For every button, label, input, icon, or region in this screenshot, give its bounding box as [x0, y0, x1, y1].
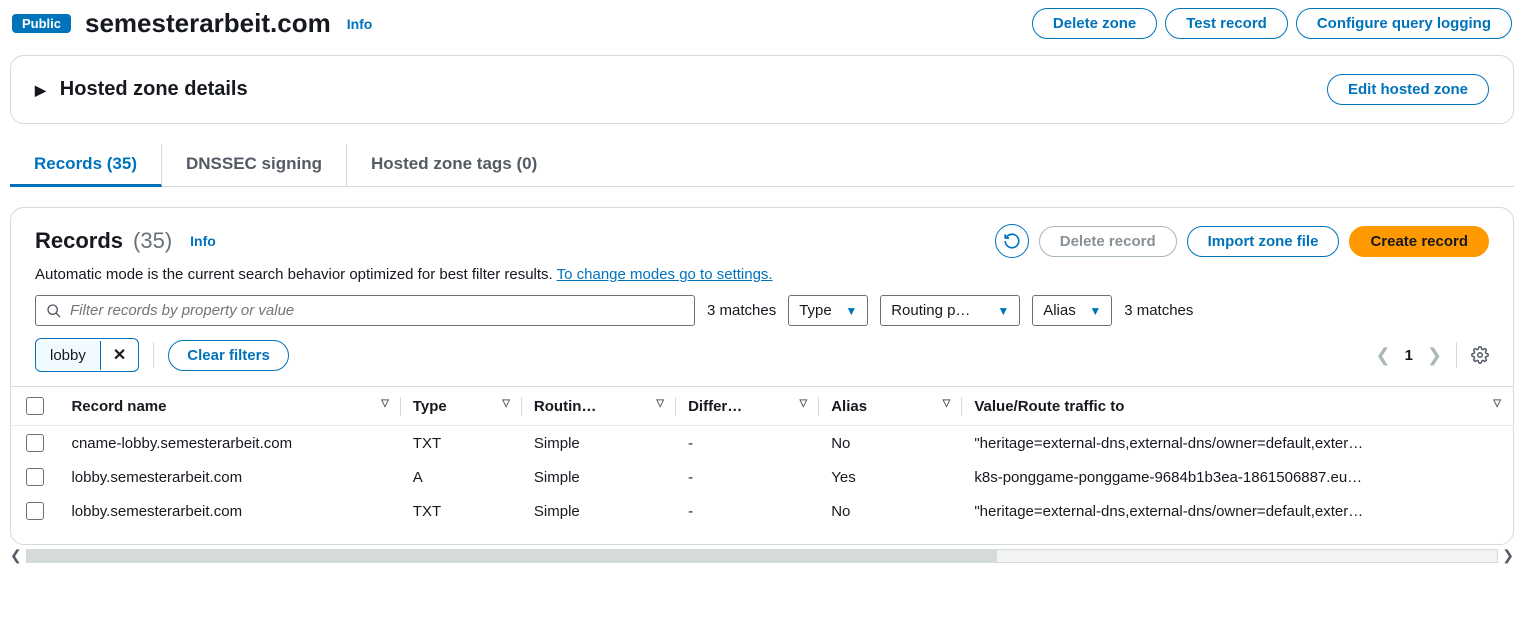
zone-header: Public semesterarbeit.com Info Delete zo…	[0, 0, 1524, 55]
test-record-button[interactable]: Test record	[1165, 8, 1288, 39]
edit-hosted-zone-button[interactable]: Edit hosted zone	[1327, 74, 1489, 105]
zone-info-link[interactable]: Info	[347, 16, 373, 32]
search-mode-subtext: Automatic mode is the current search beh…	[11, 266, 1513, 295]
sort-icon: ▽	[943, 398, 951, 409]
chevron-down-icon: ▼	[845, 304, 857, 318]
tabs: Records (35) DNSSEC signing Hosted zone …	[10, 144, 1514, 187]
table-row[interactable]: cname-lobby.semesterarbeit.comTXTSimple-…	[11, 426, 1513, 461]
cell-value: "heritage=external-dns,external-dns/owne…	[962, 426, 1513, 461]
public-badge: Public	[12, 14, 71, 33]
pagination: ❮ 1 ❯	[1375, 342, 1489, 368]
records-count: (35)	[133, 228, 172, 254]
routing-policy-dropdown[interactable]: Routing p…▼	[880, 295, 1020, 326]
scroll-right-icon[interactable]: ❯	[1502, 547, 1514, 564]
cell-diff: -	[676, 460, 819, 494]
cell-alias: No	[819, 426, 962, 461]
chevron-down-icon: ▼	[1089, 304, 1101, 318]
sort-icon: ▽	[800, 398, 808, 409]
tab-hosted-zone-tags[interactable]: Hosted zone tags (0)	[347, 144, 561, 186]
cell-value: k8s-ponggame-ponggame-9684b1b3ea-1861506…	[962, 460, 1513, 494]
filter-search-box[interactable]	[35, 295, 695, 326]
cell-type: TXT	[401, 494, 522, 528]
table-row[interactable]: lobby.semesterarbeit.comASimple-Yesk8s-p…	[11, 460, 1513, 494]
sort-icon: ▽	[381, 398, 389, 409]
filter-token: lobby ✕	[35, 338, 139, 372]
refresh-icon	[1003, 232, 1021, 250]
matches-count-right: 3 matches	[1124, 302, 1193, 319]
filter-token-text: lobby	[36, 341, 101, 370]
divider	[1456, 342, 1457, 368]
cell-diff: -	[676, 494, 819, 528]
chevron-down-icon: ▼	[997, 304, 1009, 318]
records-table: Record name▽ Type▽ Routin…▽ Differ…▽ Ali…	[11, 386, 1513, 528]
next-page-button[interactable]: ❯	[1427, 345, 1442, 366]
row-checkbox[interactable]	[26, 502, 44, 520]
row-checkbox[interactable]	[26, 468, 44, 486]
settings-button[interactable]	[1471, 346, 1489, 364]
matches-count-left: 3 matches	[707, 302, 776, 319]
tab-dnssec[interactable]: DNSSEC signing	[162, 144, 347, 186]
cell-record-name: lobby.semesterarbeit.com	[59, 494, 400, 528]
configure-query-logging-button[interactable]: Configure query logging	[1296, 8, 1512, 39]
records-info-link[interactable]: Info	[190, 233, 216, 249]
sort-icon: ▽	[1493, 398, 1501, 409]
cell-routing: Simple	[522, 460, 676, 494]
change-modes-link[interactable]: To change modes go to settings.	[557, 266, 773, 283]
zone-name-title: semesterarbeit.com	[85, 8, 331, 39]
expand-caret-icon[interactable]	[35, 78, 46, 101]
sort-icon: ▽	[502, 398, 510, 409]
cell-alias: No	[819, 494, 962, 528]
records-panel: Records (35) Info Delete record Import z…	[10, 207, 1514, 545]
filter-input[interactable]	[70, 302, 684, 319]
page-number: 1	[1405, 347, 1413, 364]
tab-records[interactable]: Records (35)	[10, 144, 162, 187]
cell-type: A	[401, 460, 522, 494]
divider	[153, 342, 154, 368]
cell-value: "heritage=external-dns,external-dns/owne…	[962, 494, 1513, 528]
import-zone-file-button[interactable]: Import zone file	[1187, 226, 1340, 257]
clear-filters-button[interactable]: Clear filters	[168, 340, 289, 371]
cell-record-name: lobby.semesterarbeit.com	[59, 460, 400, 494]
col-value[interactable]: Value/Route traffic to▽	[962, 387, 1513, 426]
create-record-button[interactable]: Create record	[1349, 226, 1489, 257]
col-differentiator[interactable]: Differ…▽	[676, 387, 819, 426]
col-routing[interactable]: Routin…▽	[522, 387, 676, 426]
hosted-zone-details-panel: Hosted zone details Edit hosted zone	[10, 55, 1514, 124]
cell-routing: Simple	[522, 426, 676, 461]
cell-type: TXT	[401, 426, 522, 461]
scroll-left-icon[interactable]: ❮	[10, 547, 22, 564]
type-dropdown[interactable]: Type▼	[788, 295, 868, 326]
col-record-name[interactable]: Record name▽	[59, 387, 400, 426]
cell-alias: Yes	[819, 460, 962, 494]
gear-icon	[1471, 346, 1489, 364]
row-checkbox[interactable]	[26, 434, 44, 452]
delete-zone-button[interactable]: Delete zone	[1032, 8, 1157, 39]
sort-icon: ▽	[656, 398, 664, 409]
select-all-checkbox[interactable]	[26, 397, 44, 415]
cell-diff: -	[676, 426, 819, 461]
hosted-zone-details-title: Hosted zone details	[60, 78, 248, 101]
delete-record-button: Delete record	[1039, 226, 1177, 257]
records-title: Records	[35, 228, 123, 254]
refresh-button[interactable]	[995, 224, 1029, 258]
search-icon	[46, 303, 62, 319]
horizontal-scrollbar[interactable]: ❮ ❯	[0, 545, 1524, 566]
prev-page-button[interactable]: ❮	[1375, 345, 1390, 366]
cell-routing: Simple	[522, 494, 676, 528]
col-type[interactable]: Type▽	[401, 387, 522, 426]
table-row[interactable]: lobby.semesterarbeit.comTXTSimple-No"her…	[11, 494, 1513, 528]
alias-dropdown[interactable]: Alias▼	[1032, 295, 1112, 326]
cell-record-name: cname-lobby.semesterarbeit.com	[59, 426, 400, 461]
col-alias[interactable]: Alias▽	[819, 387, 962, 426]
filter-token-remove[interactable]: ✕	[101, 339, 138, 371]
